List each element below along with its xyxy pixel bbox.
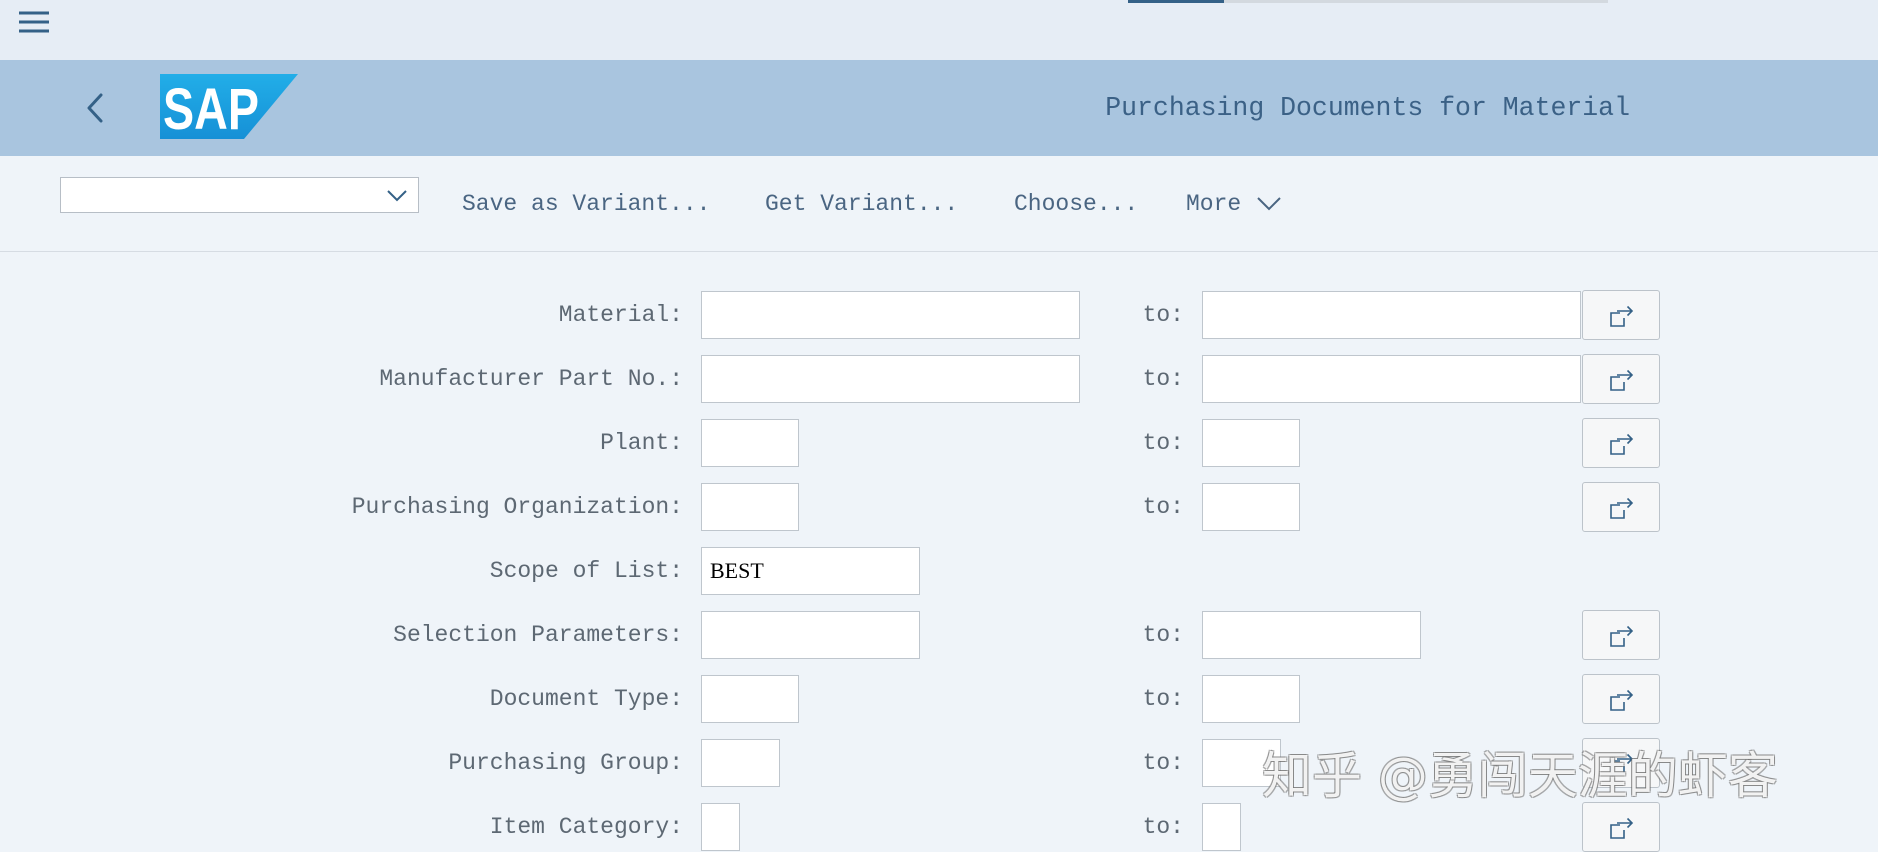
document-type-to-input[interactable] (1202, 675, 1300, 723)
item-category-to-label: to: (1142, 814, 1184, 840)
selection-row-manufacturer-part-no: Manufacturer Part No.: to: (0, 354, 1878, 404)
purchasing-organization-to-input[interactable] (1202, 483, 1300, 531)
material-label: Material: (558, 302, 683, 328)
sap-logo: SAP (160, 74, 298, 139)
purchasing-group-label: Purchasing Group: (448, 750, 683, 776)
multiple-selection-icon (1610, 305, 1634, 327)
plant-from-input[interactable] (701, 419, 799, 467)
multiple-selection-icon (1610, 625, 1634, 647)
manufacturer-part-no-multiple-selection-button[interactable] (1582, 354, 1660, 404)
sap-logo-text: SAP (163, 77, 259, 139)
material-to-input[interactable] (1202, 291, 1581, 339)
purchasing-organization-to-label: to: (1142, 494, 1184, 520)
page-title: Purchasing Documents for Material (1105, 93, 1630, 123)
material-multiple-selection-button[interactable] (1582, 290, 1660, 340)
scope-of-list-label: Scope of List: (489, 558, 683, 584)
variant-select-value (69, 178, 378, 212)
selection-row-selection-parameters: Selection Parameters: to: (0, 610, 1878, 660)
shell-top-bar (0, 0, 1878, 60)
manufacturer-part-no-to-label: to: (1142, 366, 1184, 392)
item-category-from-input[interactable] (701, 803, 740, 851)
selection-row-item-category: Item Category: to: (0, 802, 1878, 852)
document-type-multiple-selection-button[interactable] (1582, 674, 1660, 724)
multiple-selection-icon (1610, 369, 1634, 391)
menu-button[interactable] (14, 4, 54, 40)
selection-row-purchasing-organization: Purchasing Organization: to: (0, 482, 1878, 532)
manufacturer-part-no-from-input[interactable] (701, 355, 1080, 403)
selection-row-document-type: Document Type: to: (0, 674, 1878, 724)
plant-to-input[interactable] (1202, 419, 1300, 467)
document-type-from-input[interactable] (701, 675, 799, 723)
selection-row-material: Material: to: (0, 290, 1878, 340)
multiple-selection-icon (1610, 689, 1634, 711)
choose-button[interactable]: Choose... (1014, 156, 1138, 252)
more-button-label: More (1186, 191, 1242, 217)
document-type-label: Document Type: (489, 686, 683, 712)
loading-indicator-fill (1128, 0, 1224, 3)
selection-row-scope-of-list: Scope of List: BEST (0, 546, 1878, 596)
selection-row-purchasing-group: Purchasing Group: to: (0, 738, 1878, 788)
chevron-down-icon (1257, 197, 1281, 211)
purchasing-group-to-label: to: (1142, 750, 1184, 776)
back-chevron-icon (87, 93, 103, 123)
item-category-label: Item Category: (489, 814, 683, 840)
purchasing-organization-label: Purchasing Organization: (351, 494, 683, 520)
multiple-selection-icon (1610, 817, 1634, 839)
selection-parameters-multiple-selection-button[interactable] (1582, 610, 1660, 660)
document-type-to-label: to: (1142, 686, 1184, 712)
multiple-selection-icon (1610, 433, 1634, 455)
purchasing-organization-multiple-selection-button[interactable] (1582, 482, 1660, 532)
back-button[interactable] (76, 88, 116, 128)
get-variant-button[interactable]: Get Variant... (765, 156, 958, 252)
plant-label: Plant: (600, 430, 683, 456)
selection-parameters-to-label: to: (1142, 622, 1184, 648)
shell-header: SAP Purchasing Documents for Material (0, 60, 1878, 156)
manufacturer-part-no-to-input[interactable] (1202, 355, 1581, 403)
chevron-down-icon (387, 190, 407, 202)
scope-of-list-input[interactable]: BEST (701, 547, 920, 595)
selection-parameters-to-input[interactable] (1202, 611, 1421, 659)
plant-to-label: to: (1142, 430, 1184, 456)
selection-toolbar: Save as Variant... Get Variant... Choose… (0, 156, 1878, 252)
variant-select[interactable] (60, 177, 419, 213)
hamburger-menu-icon (19, 11, 49, 33)
plant-multiple-selection-button[interactable] (1582, 418, 1660, 468)
item-category-to-input[interactable] (1202, 803, 1241, 851)
manufacturer-part-no-label: Manufacturer Part No.: (379, 366, 683, 392)
selection-row-plant: Plant: to: (0, 418, 1878, 468)
purchasing-group-from-input[interactable] (701, 739, 780, 787)
purchasing-group-to-input[interactable] (1202, 739, 1281, 787)
more-button[interactable]: More (1186, 156, 1286, 252)
multiple-selection-icon (1610, 497, 1634, 519)
selection-screen: Material: to: Manufacturer Part No.: to:… (0, 290, 1878, 852)
material-to-label: to: (1142, 302, 1184, 328)
purchasing-organization-from-input[interactable] (701, 483, 799, 531)
purchasing-group-multiple-selection-button[interactable] (1582, 738, 1660, 788)
multiple-selection-icon (1610, 753, 1634, 775)
material-from-input[interactable] (701, 291, 1080, 339)
save-as-variant-button[interactable]: Save as Variant... (462, 156, 710, 252)
selection-parameters-from-input[interactable] (701, 611, 920, 659)
item-category-multiple-selection-button[interactable] (1582, 802, 1660, 852)
loading-indicator (1128, 0, 1608, 3)
selection-parameters-label: Selection Parameters: (393, 622, 683, 648)
